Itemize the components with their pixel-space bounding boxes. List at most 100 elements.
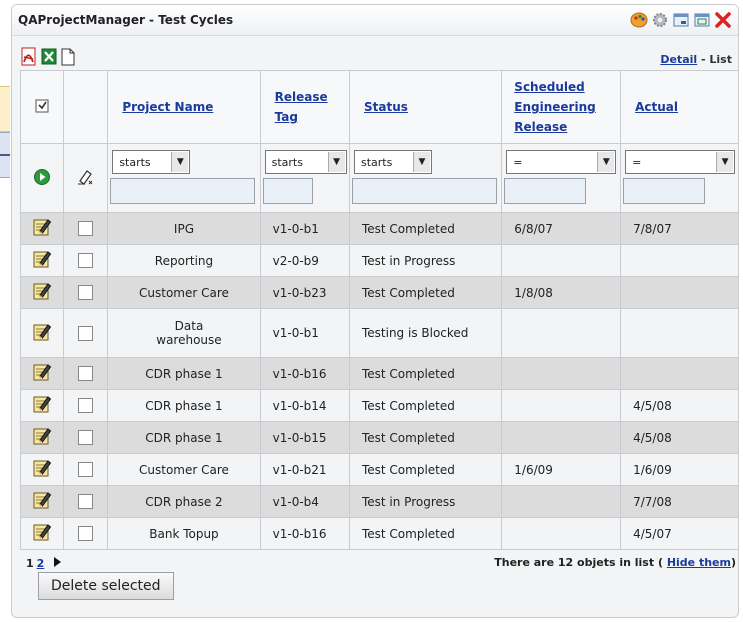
sort-scheduled-link[interactable]: Scheduled Engineering Release (514, 77, 599, 137)
delete-selected-button[interactable]: Delete selected (38, 572, 174, 600)
actual-date: 4/5/08 (633, 430, 672, 445)
release-tag: v1-0-b16 (272, 366, 327, 381)
actual-cell (620, 357, 738, 390)
edit-icon[interactable] (32, 323, 52, 345)
gear-icon[interactable] (651, 11, 669, 29)
object-count-text: There are 12 objets in list ( (494, 556, 663, 569)
release-tag: v1-0-b1 (272, 221, 319, 236)
release-tag-filter-input[interactable] (262, 178, 313, 204)
status-cell: Testing is Blocked (348, 308, 503, 358)
row-checkbox[interactable] (77, 366, 93, 381)
scheduled-operator-value: = (513, 155, 523, 169)
column-header-release-tag: Release Tag (259, 70, 350, 144)
close-icon[interactable] (714, 11, 732, 29)
edit-icon[interactable] (32, 524, 52, 545)
actual-filter-input[interactable] (623, 178, 706, 204)
background-tab-yellow (0, 86, 10, 132)
detail-view-link[interactable]: Detail (660, 53, 697, 66)
select-cell (62, 276, 109, 309)
new-document-icon[interactable] (60, 47, 76, 70)
project-name: IPG (173, 221, 194, 236)
pdf-export-icon[interactable] (20, 47, 38, 70)
sort-release-tag-link[interactable]: Release Tag (275, 87, 335, 127)
select-all-cell (20, 70, 64, 144)
scheduled-filter-input[interactable] (504, 178, 587, 204)
edit-cell (20, 244, 64, 277)
status-operator-value: starts (360, 155, 393, 169)
window-title: QAProjectManager - Test Cycles (18, 13, 234, 27)
sort-status-link[interactable]: Status (364, 100, 408, 114)
select-cell (62, 244, 109, 277)
release-tag-cell: v1-0-b23 (259, 276, 350, 309)
table-row: Customer Care v1-0-b23 Test Completed 1/… (20, 276, 738, 309)
edit-icon[interactable] (32, 283, 52, 304)
eraser-icon[interactable] (75, 169, 95, 189)
sort-project-name-link[interactable]: Project Name (122, 100, 213, 114)
palette-icon[interactable] (630, 11, 648, 29)
edit-icon[interactable] (32, 428, 52, 449)
hide-objects-link[interactable]: Hide them (667, 556, 731, 569)
row-checkbox[interactable] (77, 462, 93, 477)
release-tag-operator-select[interactable]: starts ▼ (264, 150, 347, 174)
select-cell (62, 421, 109, 454)
edit-icon[interactable] (32, 396, 52, 417)
project-name-cell: CDR phase 1 (107, 421, 261, 454)
actual-cell: 7/8/07 (620, 212, 738, 245)
edit-icon[interactable] (32, 219, 52, 240)
row-checkbox[interactable] (77, 325, 93, 341)
row-checkbox[interactable] (77, 285, 93, 300)
row-checkbox[interactable] (77, 430, 93, 445)
window-titlebar: QAProjectManager - Test Cycles (12, 5, 738, 36)
excel-export-icon[interactable] (40, 47, 58, 70)
list-view-label: List (709, 53, 732, 66)
table-row: CDR phase 1 v1-0-b14 Test Completed 4/5/… (20, 389, 738, 422)
row-checkbox[interactable] (77, 253, 93, 268)
edit-icon[interactable] (32, 460, 52, 481)
project-name-cell: Bank Topup (107, 517, 261, 550)
project-name-cell: Reporting (107, 244, 261, 277)
release-tag-operator-value: starts (271, 155, 303, 169)
actual-filter-cell: = ▼ (620, 143, 738, 213)
release-tag: v1-0-b23 (272, 285, 327, 300)
edit-icon[interactable] (32, 251, 52, 272)
scheduled-operator-select[interactable]: = ▼ (506, 150, 617, 174)
edit-cell (20, 357, 64, 390)
actual-cell: 4/5/08 (620, 421, 738, 454)
table-row: IPG v1-0-b1 Test Completed 6/8/07 7/8/07 (20, 212, 738, 245)
status-operator-select[interactable]: starts ▼ (353, 150, 432, 174)
project-name-operator-select[interactable]: starts ▼ (112, 150, 191, 174)
maximize-window-icon[interactable] (693, 11, 711, 29)
go-filter-icon[interactable] (33, 168, 51, 189)
scheduled-cell (501, 357, 622, 390)
status-text: Test Completed (361, 430, 455, 445)
select-all-icon[interactable] (35, 99, 49, 116)
column-header-project-name: Project Name (107, 70, 261, 144)
row-checkbox[interactable] (77, 398, 93, 413)
actual-operator-select[interactable]: = ▼ (625, 150, 736, 174)
page-2-link[interactable]: 2 (37, 557, 45, 570)
status-text: Test Completed (361, 526, 455, 541)
edit-icon[interactable] (32, 364, 52, 385)
status-cell: Test in Progress (348, 244, 503, 277)
status-filter-input[interactable] (351, 178, 497, 204)
status-text: Test in Progress (361, 494, 456, 509)
sort-actual-link[interactable]: Actual (635, 100, 678, 114)
release-tag-cell: v1-0-b16 (259, 517, 350, 550)
project-name-filter-input[interactable] (110, 178, 256, 204)
release-tag: v1-0-b16 (272, 526, 327, 541)
release-tag-cell: v1-0-b15 (259, 421, 350, 454)
object-count: There are 12 objets in list ( Hide them) (494, 556, 736, 569)
scheduled-cell (501, 244, 622, 277)
release-tag-cell: v1-0-b1 (259, 212, 350, 245)
row-checkbox[interactable] (77, 221, 93, 236)
next-page-icon[interactable] (53, 557, 62, 570)
minimize-window-icon[interactable] (672, 11, 690, 29)
apply-filter-cell (20, 143, 64, 213)
column-header-actual: Actual (620, 70, 738, 144)
row-checkbox[interactable] (77, 494, 93, 509)
project-name-operator-value: starts (119, 155, 151, 169)
project-name: Customer Care (139, 285, 229, 300)
select-cell (62, 389, 109, 422)
edit-icon[interactable] (32, 492, 52, 513)
row-checkbox[interactable] (77, 526, 93, 541)
